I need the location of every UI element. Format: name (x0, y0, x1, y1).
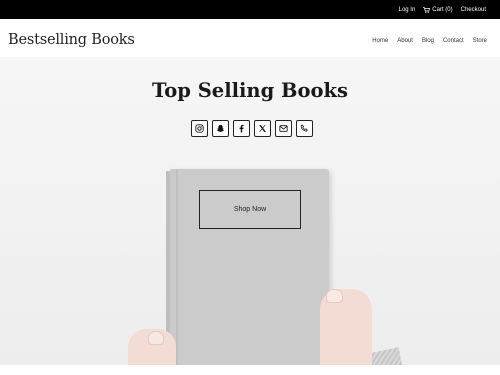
shop-now-button[interactable]: Shop Now (199, 190, 301, 229)
nav-home[interactable]: Home (372, 38, 388, 44)
bottom-strip (0, 365, 500, 375)
site-brand[interactable]: Bestselling Books (8, 32, 135, 48)
phone-icon[interactable] (296, 120, 313, 137)
cart-label: Cart (0) (432, 6, 453, 13)
login-link[interactable]: Log In (399, 7, 416, 13)
nav-contact[interactable]: Contact (443, 38, 464, 44)
checkout-link[interactable]: Checkout (461, 7, 486, 13)
left-thumbnail (148, 331, 164, 345)
top-bar-links: Log In Cart (0) Checkout (399, 0, 486, 19)
nav-blog[interactable]: Blog (422, 38, 434, 44)
nav-about[interactable]: About (397, 38, 413, 44)
facebook-icon[interactable] (233, 120, 250, 137)
top-bar: Log In Cart (0) Checkout (0, 0, 500, 19)
social-links (191, 120, 313, 137)
x-icon[interactable] (254, 120, 271, 137)
cart-icon (423, 6, 431, 13)
book-spine (176, 169, 178, 365)
instagram-icon[interactable] (191, 120, 208, 137)
site-header: Bestselling Books Home About Blog Contac… (0, 19, 500, 57)
snapchat-icon[interactable] (212, 120, 229, 137)
hero-title: Top Selling Books (152, 79, 348, 102)
main-nav: Home About Blog Contact Store (372, 38, 487, 44)
right-thumbnail (326, 289, 343, 303)
nav-store[interactable]: Store (473, 38, 487, 44)
hero-section: Top Selling Books Shop Now (0, 57, 500, 365)
email-icon[interactable] (275, 120, 292, 137)
cart-link[interactable]: Cart (0) (423, 6, 453, 13)
